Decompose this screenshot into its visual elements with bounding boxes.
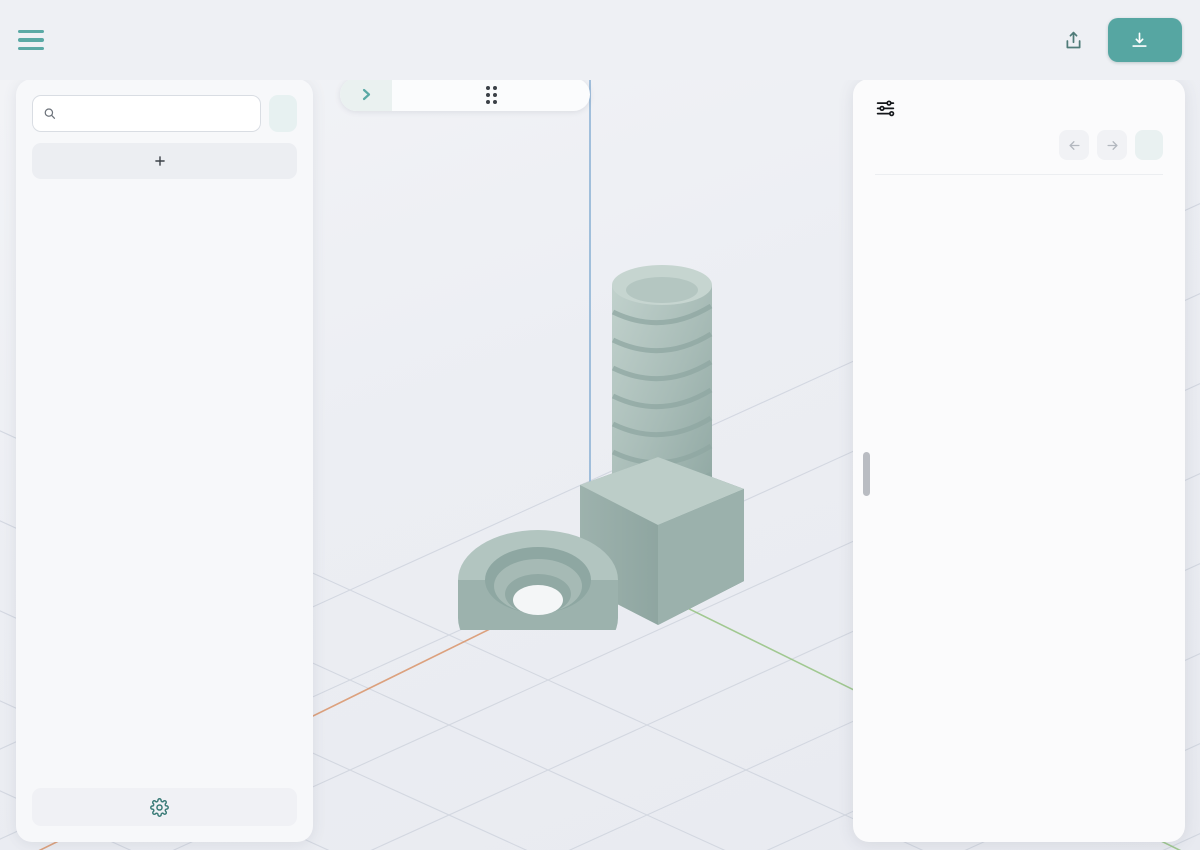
sidebar-bottom bbox=[16, 780, 313, 842]
sliders-icon bbox=[875, 97, 896, 118]
app-root bbox=[0, 0, 1200, 850]
search-input[interactable] bbox=[64, 106, 250, 122]
viewport-toolbar[interactable] bbox=[340, 78, 590, 111]
gear-icon bbox=[150, 798, 169, 817]
search-box[interactable] bbox=[32, 95, 261, 132]
grip-dots-icon[interactable] bbox=[392, 86, 590, 104]
search-button[interactable] bbox=[269, 95, 297, 132]
parameters-panel bbox=[853, 79, 1185, 842]
parameters-body bbox=[853, 175, 1185, 842]
settings-button[interactable] bbox=[32, 788, 297, 826]
plus-icon bbox=[153, 154, 167, 168]
download-icon bbox=[1130, 31, 1149, 50]
parameters-title-row bbox=[875, 97, 1163, 118]
sidebar-top bbox=[16, 79, 313, 179]
model-bolt-and-nut[interactable] bbox=[430, 250, 760, 630]
arrow-right-icon bbox=[1105, 138, 1120, 153]
parameters-actions bbox=[875, 130, 1163, 175]
app-header bbox=[0, 0, 1200, 80]
model-card-grid bbox=[16, 191, 313, 780]
history-forward-button[interactable] bbox=[1097, 130, 1127, 160]
search-row bbox=[32, 95, 297, 132]
reset-button[interactable] bbox=[1135, 130, 1163, 160]
hamburger-icon[interactable] bbox=[18, 30, 44, 50]
search-icon bbox=[43, 106, 56, 121]
history-back-button[interactable] bbox=[1059, 130, 1089, 160]
arrow-left-icon bbox=[1067, 138, 1082, 153]
export-stl-button[interactable] bbox=[1108, 18, 1182, 62]
share-upload-icon[interactable] bbox=[1054, 21, 1092, 59]
panel-resize-handle[interactable] bbox=[863, 452, 870, 496]
parameters-header bbox=[853, 79, 1185, 175]
model-library-sidebar bbox=[16, 79, 313, 842]
chevron-right-icon[interactable] bbox=[340, 78, 392, 111]
add-model-button[interactable] bbox=[32, 143, 297, 179]
